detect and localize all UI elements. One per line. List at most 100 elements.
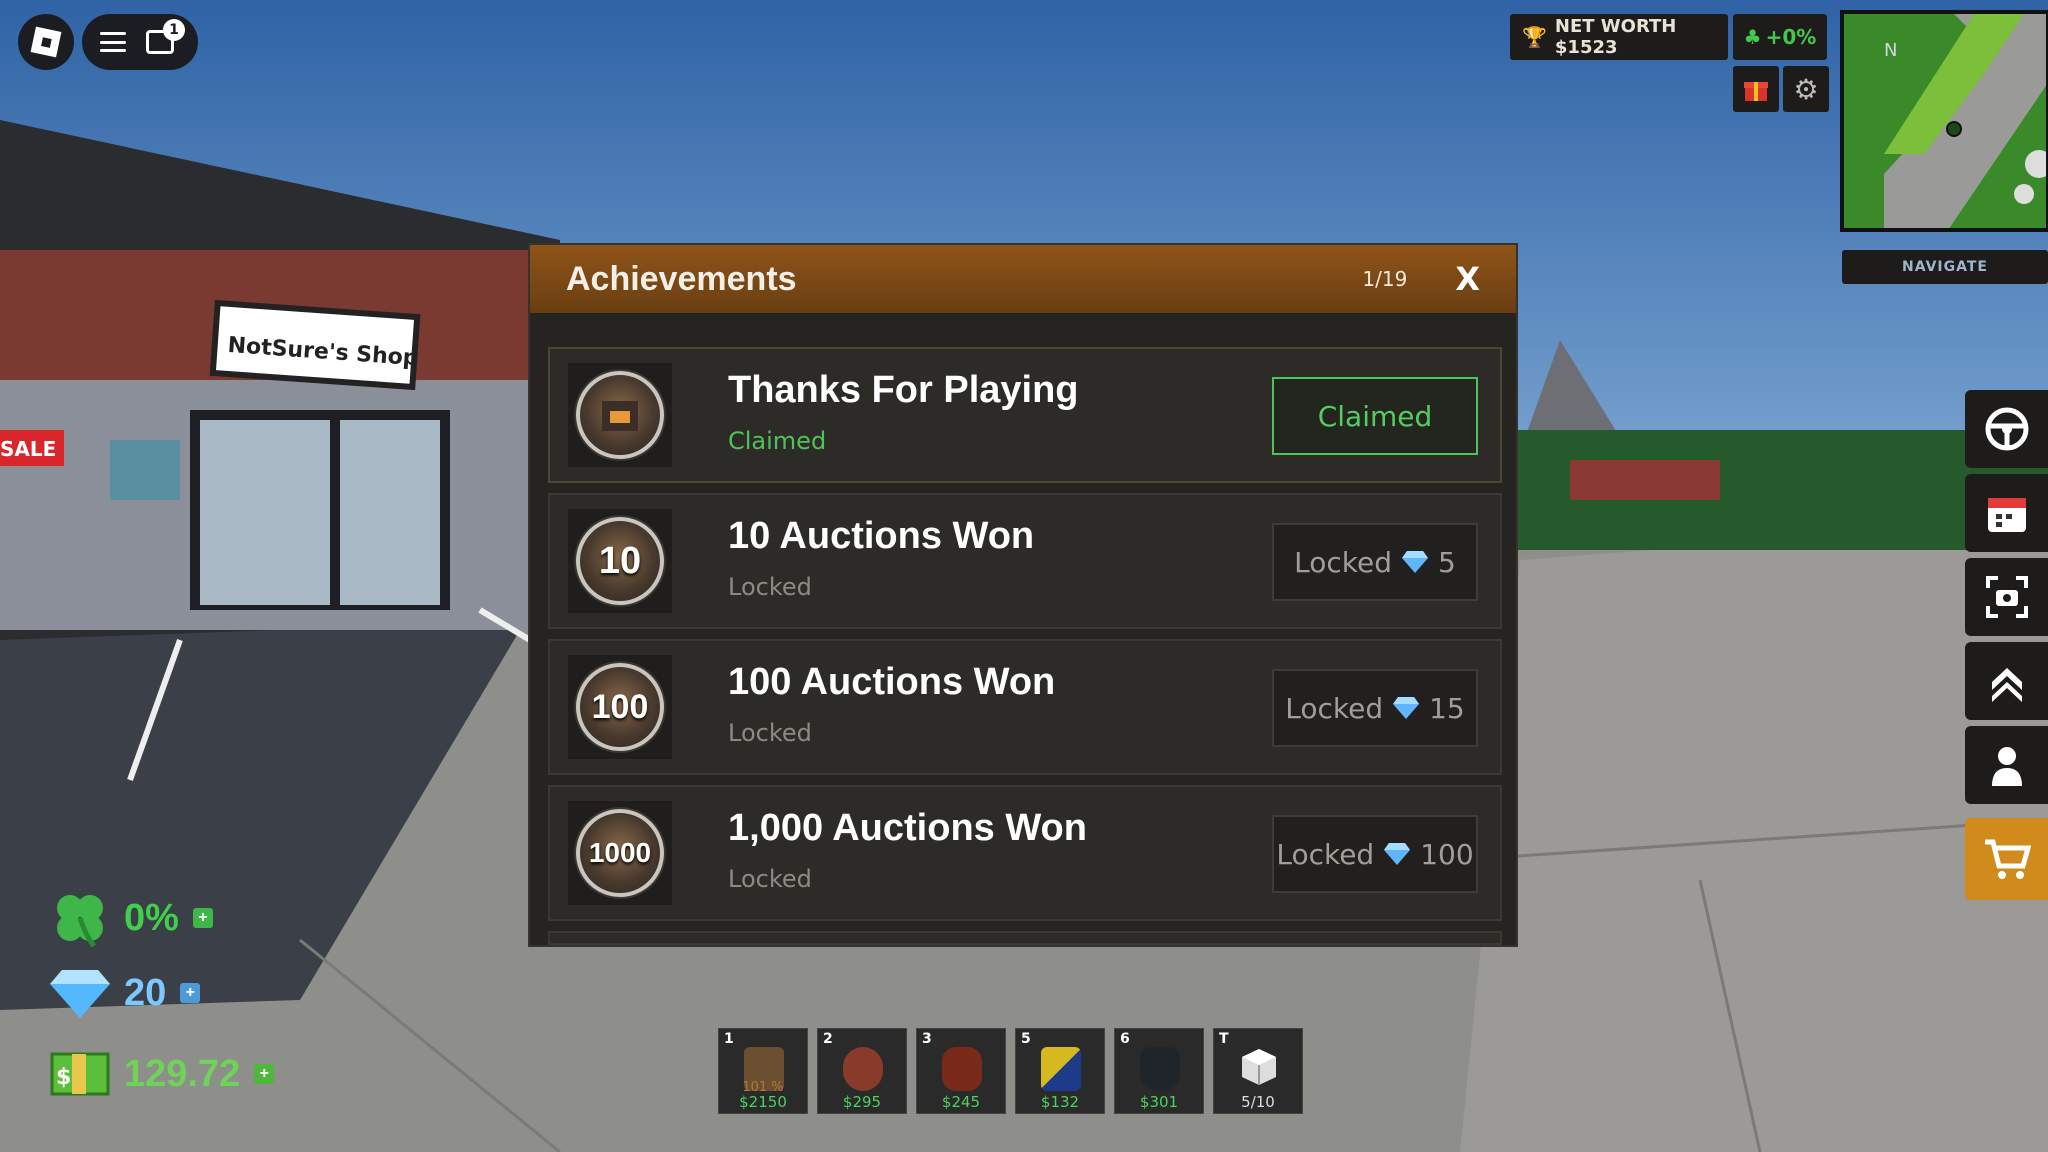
achievement-row-partial xyxy=(548,931,1502,945)
settings-button[interactable]: ⚙ xyxy=(1783,66,1829,112)
hotbar-slot[interactable]: 6 $301 xyxy=(1114,1028,1204,1114)
inventory-count: 5/10 xyxy=(1241,1093,1275,1111)
menu-pill: 1 xyxy=(82,14,198,70)
button-label: Claimed xyxy=(1317,399,1433,433)
net-worth-text: NET WORTH $1523 xyxy=(1554,16,1677,58)
medal-1000-icon: 1000 xyxy=(576,809,664,897)
gem-icon xyxy=(50,970,110,1018)
locked-button[interactable]: Locked 5 xyxy=(1272,523,1478,601)
minimap[interactable]: N xyxy=(1840,10,2048,232)
slot-key: T xyxy=(1219,1031,1229,1047)
camera-button[interactable] xyxy=(1965,558,2048,636)
slot-key: 1 xyxy=(724,1031,734,1047)
vehicle-button[interactable] xyxy=(1965,390,2048,468)
svg-text:SALE: SALE xyxy=(0,437,56,461)
luck-stat: 0% + xyxy=(50,888,213,948)
locked-button[interactable]: Locked 100 xyxy=(1272,815,1478,893)
item-vase-icon xyxy=(1140,1047,1180,1091)
slot-price: $295 xyxy=(842,1093,882,1111)
button-label: Locked xyxy=(1276,837,1375,871)
medal-10-icon: 10 xyxy=(576,517,664,605)
item-clock-icon xyxy=(843,1047,883,1091)
minimap-render: N xyxy=(1844,14,2046,228)
profile-button[interactable] xyxy=(1965,726,2048,804)
shop-button[interactable] xyxy=(1965,818,2048,900)
achievement-row: 10 10 Auctions Won Locked Locked 5 xyxy=(548,493,1502,629)
calendar-icon xyxy=(1987,498,2026,532)
slot-key: 6 xyxy=(1120,1031,1130,1047)
cash-icon: $ xyxy=(50,1052,110,1096)
box-icon xyxy=(1242,1049,1276,1085)
hotbar-slot[interactable]: 5 $132 xyxy=(1015,1028,1105,1114)
achievement-row: 1000 1,000 Auctions Won Locked Locked 10… xyxy=(548,785,1502,921)
achievement-row: 100 100 Auctions Won Locked Locked 15 xyxy=(548,639,1502,775)
calendar-button[interactable] xyxy=(1965,474,2048,552)
reward-amount: 100 xyxy=(1420,837,1474,871)
rank-button[interactable] xyxy=(1965,642,2048,720)
hotbar-slot[interactable]: 1 101 % $2150 xyxy=(718,1028,808,1114)
hotbar-slot[interactable]: 2 $295 xyxy=(817,1028,907,1114)
achievement-title: 100 Auctions Won xyxy=(728,661,1056,703)
slot-key: 2 xyxy=(823,1031,833,1047)
add-gems-button[interactable]: + xyxy=(180,983,201,1003)
luck-boost-text: +0% xyxy=(1765,25,1817,49)
reward-amount: 15 xyxy=(1429,691,1465,725)
achievement-row: Thanks For Playing Claimed Claimed xyxy=(548,347,1502,483)
close-button[interactable]: X xyxy=(1455,260,1480,298)
camera-icon xyxy=(1985,576,2028,618)
cash-stat: $ 129.72 + xyxy=(50,1050,275,1098)
modal-title: Achievements xyxy=(566,259,797,298)
luck-value: 0% xyxy=(124,896,179,939)
steering-wheel-icon xyxy=(1985,407,2028,451)
hotbar-slot[interactable]: 3 $245 xyxy=(916,1028,1006,1114)
navigate-button[interactable]: NAVIGATE xyxy=(1842,250,2048,284)
gem-icon xyxy=(1402,551,1429,573)
cart-icon xyxy=(1984,839,2031,879)
gems-stat: 20 + xyxy=(50,968,201,1018)
hotbar-slot-inventory[interactable]: T 5/10 xyxy=(1213,1028,1303,1114)
chevrons-up-icon xyxy=(1991,668,2022,702)
cash-value: 129.72 xyxy=(124,1052,241,1095)
clover-icon xyxy=(57,895,103,948)
slot-key: 5 xyxy=(1021,1031,1031,1047)
slot-key: 3 xyxy=(922,1031,932,1047)
net-worth-display: 🏆 NET WORTH $1523 xyxy=(1510,14,1728,60)
item-cube-icon xyxy=(1041,1047,1081,1091)
modal-header: Achievements 1/19 X xyxy=(530,245,1516,313)
chat-icon[interactable]: 1 xyxy=(146,19,185,54)
trophy-icon: 🏆 xyxy=(1522,25,1547,49)
achievements-modal: Achievements 1/19 X Thanks For Playing C… xyxy=(528,243,1518,947)
reward-amount: 5 xyxy=(1438,545,1456,579)
add-cash-button[interactable]: + xyxy=(254,1064,275,1084)
slot-price: $2150 xyxy=(739,1093,787,1111)
claimed-button[interactable]: Claimed xyxy=(1272,377,1478,455)
gift-icon xyxy=(1744,82,1768,101)
navigate-label: NAVIGATE xyxy=(1902,259,1988,275)
button-label: Locked xyxy=(1285,691,1384,725)
achievement-badge: 10 xyxy=(568,509,672,613)
button-label: Locked xyxy=(1294,545,1393,579)
gem-icon xyxy=(1393,697,1420,719)
achievement-badge: 100 xyxy=(568,655,672,759)
slot-price: $245 xyxy=(941,1093,981,1111)
gems-value: 20 xyxy=(124,971,167,1014)
achievement-status: Claimed xyxy=(728,427,827,455)
thanks-medal-icon xyxy=(576,371,664,459)
add-luck-button[interactable]: + xyxy=(192,908,213,928)
gem-icon xyxy=(1384,843,1411,865)
achievement-title: 1,000 Auctions Won xyxy=(728,807,1087,849)
slot-price: $301 xyxy=(1139,1093,1179,1111)
clover-icon: ♣ xyxy=(1743,25,1762,49)
achievement-title: 10 Auctions Won xyxy=(728,515,1035,557)
locked-button[interactable]: Locked 15 xyxy=(1272,669,1478,747)
achievement-badge xyxy=(568,363,672,467)
chat-notification-badge: 1 xyxy=(163,19,185,41)
roblox-menu-button[interactable] xyxy=(18,14,74,70)
hamburger-menu-icon[interactable] xyxy=(100,32,126,52)
gift-button[interactable] xyxy=(1733,66,1779,112)
achievement-badge: 1000 xyxy=(568,801,672,905)
medal-100-icon: 100 xyxy=(576,663,664,751)
luck-boost-display: ♣ +0% xyxy=(1733,14,1827,60)
achievement-status: Locked xyxy=(728,719,812,747)
person-icon xyxy=(1991,747,2022,786)
